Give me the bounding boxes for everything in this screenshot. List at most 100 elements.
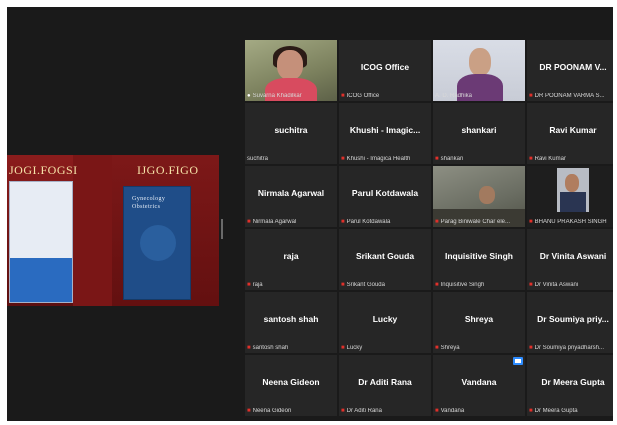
ijgo-figo-logo: IJGO.FIGO <box>137 163 199 177</box>
video-body <box>560 192 586 212</box>
camera-icon[interactable] <box>513 357 523 365</box>
participant-name-label: ● Suvarna Khadilkar <box>247 93 335 99</box>
participant-tile[interactable]: Shreya ■ Shreya <box>433 292 525 353</box>
participant-label-text: DR POONAM VARMA S... <box>534 93 605 99</box>
participant-display-name: Parul Kotdawala <box>351 188 419 198</box>
mic-muted-icon: ■ <box>435 408 439 414</box>
participant-display-name: Nirmala Agarwal <box>257 188 325 198</box>
participant-tile[interactable]: Vandana ■ Vandana <box>433 355 525 416</box>
participant-display-name: Dr Soumiya priy... <box>537 314 609 324</box>
participant-tile[interactable]: santosh shah ■ santosh shah <box>245 292 337 353</box>
participant-name-label: ■ Lucky <box>341 345 429 351</box>
participant-display-name: Srikant Gouda <box>355 251 415 261</box>
participant-display-name: Dr Aditi Rana <box>358 377 412 387</box>
mic-muted-icon: ■ <box>435 345 439 351</box>
mic-muted-icon: ■ <box>435 282 439 288</box>
participant-tile[interactable]: Dr Aditi Rana ■ Dr Aditi Rana <box>339 355 431 416</box>
mic-muted-icon: ■ <box>247 282 251 288</box>
participant-name-label: ■ Inquisitive Singh <box>435 282 523 288</box>
participant-label-text: Suvarna Khadilkar <box>252 93 302 99</box>
participant-display-name: shankari <box>461 125 497 135</box>
participant-tile[interactable]: DR POONAM V... ■ DR POONAM VARMA S... <box>527 40 613 101</box>
participant-label-text: Srikant Gouda <box>346 282 385 288</box>
participant-name-label: ■ santosh shah <box>247 345 335 351</box>
participant-name-label: ■ Vandana <box>435 408 523 414</box>
participant-name-label: ■ raja <box>247 282 335 288</box>
shared-screen[interactable]: JOGI.FOGSI IJGO.FIGO Gynecology Obstetri… <box>7 155 219 306</box>
mic-muted-icon: ■ <box>435 156 439 162</box>
panel-resize-handle[interactable] <box>221 219 223 239</box>
participant-name-label: ■ Dr Meera Gupta <box>529 408 613 414</box>
participant-tile[interactable]: Khushi - Imagic... ■ Khushi - Imagica Heal… <box>339 103 431 164</box>
participant-label-text: Neena Gideon <box>252 408 292 414</box>
participant-tile[interactable]: shankari ■ shankari <box>433 103 525 164</box>
participant-display-name: Neena Gideon <box>262 377 320 387</box>
mic-muted-icon: ■ <box>529 282 533 288</box>
participant-name-label: ■ shankari <box>435 156 523 162</box>
participant-name-label: ■ Neena Gideon <box>247 408 335 414</box>
participant-label-text: raja <box>252 282 263 288</box>
participant-display-name: Lucky <box>372 314 398 324</box>
participant-display-name: Shreya <box>464 314 494 324</box>
participant-display-name: Inquisitive Singh <box>444 251 513 261</box>
participant-label-text: Dr Soumiya priyadharsh... <box>534 345 604 351</box>
participant-tile[interactable]: A. D. Radhika <box>433 40 525 101</box>
video-face <box>479 186 495 204</box>
cover-illustration <box>10 258 72 302</box>
mic-muted-icon: ■ <box>529 408 533 414</box>
mic-muted-icon: ■ <box>529 219 533 225</box>
participant-tile[interactable]: ● Suvarna Khadilkar <box>245 40 337 101</box>
participant-tile[interactable]: Srikant Gouda ■ Srikant Gouda <box>339 229 431 290</box>
participant-display-name: Ravi Kumar <box>549 125 597 135</box>
journal-cover-left <box>9 181 73 303</box>
participant-label-text: shankari <box>440 156 464 162</box>
participant-tile[interactable]: Ravi Kumar ■ Ravi Kumar <box>527 103 613 164</box>
participant-video <box>527 166 613 227</box>
participant-video <box>433 166 525 227</box>
participant-tile[interactable]: Dr Vinita Aswani ■ Dr Vinita Aswani <box>527 229 613 290</box>
participant-tile[interactable]: Lucky ■ Lucky <box>339 292 431 353</box>
participant-label-text: Dr Aditi Rana <box>346 408 382 414</box>
participant-tile[interactable]: Dr Soumiya priy... ■ Dr Soumiya priyadhars… <box>527 292 613 353</box>
participant-label-text: Parag Biniwale Char ele... <box>440 219 510 225</box>
participant-label-text: Parul Kotdawala <box>346 219 391 225</box>
meeting-window: JOGI.FOGSI IJGO.FIGO Gynecology Obstetri… <box>7 7 613 421</box>
participant-tile[interactable]: Parul Kotdawala ■ Parul Kotdawala <box>339 166 431 227</box>
participant-tile[interactable]: ■ BHANU PRAKASH SINGH <box>527 166 613 227</box>
participant-tile[interactable]: Neena Gideon ■ Neena Gideon <box>245 355 337 416</box>
video-face <box>565 174 579 192</box>
participant-display-name: ICOG Office <box>360 62 410 72</box>
participant-tile[interactable]: Nirmala Agarwal ■ Nirmala Agarwal <box>245 166 337 227</box>
participant-name-label: A. D. Radhika <box>435 93 523 99</box>
microphone-icon: ● <box>247 93 251 99</box>
participant-label-text: Nirmala Agarwal <box>252 219 297 225</box>
participant-tile[interactable]: ■ Parag Biniwale Char ele... <box>433 166 525 227</box>
participant-name-label: suchitra <box>247 156 335 162</box>
participant-label-text: BHANU PRAKASH SINGH <box>534 219 607 225</box>
participant-tile[interactable]: Inquisitive Singh ■ Inquisitive Singh <box>433 229 525 290</box>
participant-display-name: Khushi - Imagic... <box>349 125 421 135</box>
mic-muted-icon: ■ <box>341 93 345 99</box>
mic-muted-icon: ■ <box>529 93 533 99</box>
participant-name-label: ■ Parag Biniwale Char ele... <box>435 219 523 225</box>
participant-display-name: Dr Vinita Aswani <box>539 251 607 261</box>
participant-label-text: Khushi - Imagica Health <box>346 156 411 162</box>
participant-display-name: suchitra <box>274 125 308 135</box>
participant-tile[interactable]: suchitra suchitra <box>245 103 337 164</box>
participant-label-text: santosh shah <box>252 345 289 351</box>
globe-graphic <box>140 225 176 261</box>
participant-video <box>245 40 337 101</box>
participant-display-name: Vandana <box>461 377 497 387</box>
mic-muted-icon: ■ <box>341 282 345 288</box>
gallery-grid: ● Suvarna Khadilkar ICOG Office ■ ICOG Offic… <box>245 40 613 421</box>
participant-display-name: santosh shah <box>263 314 319 324</box>
mic-muted-icon: ■ <box>529 156 533 162</box>
participant-tile[interactable]: Dr Meera Gupta ■ Dr Meera Gupta <box>527 355 613 416</box>
participant-tile[interactable]: raja ■ raja <box>245 229 337 290</box>
participant-label-text: Inquisitive Singh <box>440 282 485 288</box>
participant-label-text: Lucky <box>346 345 363 351</box>
participant-tile[interactable]: ICOG Office ■ ICOG Office <box>339 40 431 101</box>
participant-display-name: raja <box>283 251 299 261</box>
mic-muted-icon: ■ <box>341 408 345 414</box>
participant-name-label: ■ Srikant Gouda <box>341 282 429 288</box>
